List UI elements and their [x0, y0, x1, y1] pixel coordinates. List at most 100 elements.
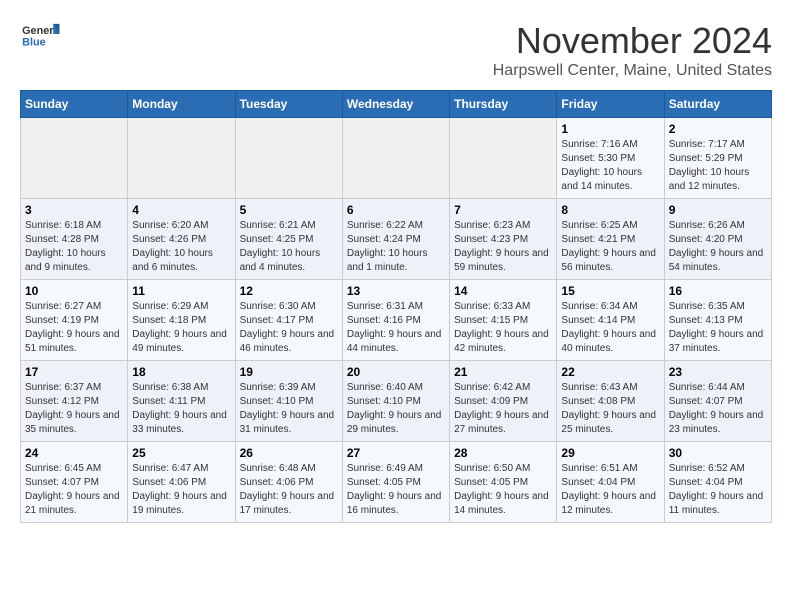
day-header-sunday: Sunday [21, 91, 128, 118]
calendar-cell: 27 Sunrise: 6:49 AM Sunset: 4:05 PM Dayli… [342, 442, 449, 523]
day-info: Sunrise: 6:27 AM Sunset: 4:19 PM Dayligh… [25, 300, 123, 356]
calendar-cell: 21Sunrise: 6:42 AM Sunset: 4:09 PM Dayli… [450, 361, 557, 442]
day-info: Sunrise: 6:31 AM Sunset: 4:16 PM Dayligh… [347, 300, 445, 356]
day-number: 12 [240, 284, 338, 298]
day-info: Sunrise: 6:45 AM Sunset: 4:07 PM Dayligh… [25, 462, 123, 518]
day-number: 7 [454, 203, 552, 217]
location-subtitle: Harpswell Center, Maine, United States [493, 62, 772, 80]
day-number: 14 [454, 284, 552, 298]
day-info: Sunrise: 6:29 AM Sunset: 4:18 PM Dayligh… [132, 300, 230, 356]
day-info: Sunrise: 6:37 AM Sunset: 4:12 PM Dayligh… [25, 381, 123, 437]
calendar-cell: 22 Sunrise: 6:43 AM Sunset: 4:08 PM Dayli… [557, 361, 664, 442]
calendar-cell: 11 Sunrise: 6:29 AM Sunset: 4:18 PM Dayli… [128, 280, 235, 361]
day-number: 28 [454, 446, 552, 460]
calendar-cell [450, 118, 557, 199]
day-number: 27 [347, 446, 445, 460]
day-info: Sunrise: 6:30 AM Sunset: 4:17 PM Dayligh… [240, 300, 338, 356]
calendar-cell: 1 Sunrise: 7:16 AM Sunset: 5:30 PM Daylig… [557, 118, 664, 199]
calendar-cell: 7 Sunrise: 6:23 AM Sunset: 4:23 PM Daylig… [450, 199, 557, 280]
day-info: Sunrise: 6:49 AM Sunset: 4:05 PM Dayligh… [347, 462, 445, 518]
calendar-cell: 4Sunrise: 6:20 AM Sunset: 4:26 PM Daylig… [128, 199, 235, 280]
calendar-cell: 26 Sunrise: 6:48 AM Sunset: 4:06 PM Dayli… [235, 442, 342, 523]
calendar-cell: 16Sunrise: 6:35 AM Sunset: 4:13 PM Dayli… [664, 280, 771, 361]
calendar-cell: 17Sunrise: 6:37 AM Sunset: 4:12 PM Dayli… [21, 361, 128, 442]
calendar-cell: 10 Sunrise: 6:27 AM Sunset: 4:19 PM Dayli… [21, 280, 128, 361]
calendar-cell [342, 118, 449, 199]
day-number: 20 [347, 365, 445, 379]
day-number: 8 [561, 203, 659, 217]
day-info: Sunrise: 6:44 AM Sunset: 4:07 PM Dayligh… [669, 381, 767, 437]
calendar-cell: 19 Sunrise: 6:39 AM Sunset: 4:10 PM Dayli… [235, 361, 342, 442]
day-info: Sunrise: 6:48 AM Sunset: 4:06 PM Dayligh… [240, 462, 338, 518]
day-info: Sunrise: 6:18 AM Sunset: 4:28 PM Dayligh… [25, 219, 123, 275]
day-info: Sunrise: 6:47 AM Sunset: 4:06 PM Dayligh… [132, 462, 230, 518]
day-number: 26 [240, 446, 338, 460]
day-number: 15 [561, 284, 659, 298]
day-header-friday: Friday [557, 91, 664, 118]
calendar-cell: 20 Sunrise: 6:40 AM Sunset: 4:10 PM Dayli… [342, 361, 449, 442]
day-number: 1 [561, 122, 659, 136]
day-number: 22 [561, 365, 659, 379]
logo: General Blue [20, 20, 60, 55]
calendar-cell: 13 Sunrise: 6:31 AM Sunset: 4:16 PM Dayli… [342, 280, 449, 361]
calendar-cell: 23 Sunrise: 6:44 AM Sunset: 4:07 PM Dayli… [664, 361, 771, 442]
calendar-cell [235, 118, 342, 199]
day-number: 24 [25, 446, 123, 460]
logo-icon: General Blue [20, 20, 60, 55]
calendar-cell [21, 118, 128, 199]
day-number: 19 [240, 365, 338, 379]
day-header-monday: Monday [128, 91, 235, 118]
day-info: Sunrise: 6:52 AM Sunset: 4:04 PM Dayligh… [669, 462, 767, 518]
day-info: Sunrise: 7:16 AM Sunset: 5:30 PM Dayligh… [561, 138, 659, 194]
day-info: Sunrise: 6:50 AM Sunset: 4:05 PM Dayligh… [454, 462, 552, 518]
calendar-week-row: 10 Sunrise: 6:27 AM Sunset: 4:19 PM Dayli… [21, 280, 772, 361]
month-title: November 2024 [493, 20, 772, 62]
day-info: Sunrise: 6:22 AM Sunset: 4:24 PM Dayligh… [347, 219, 445, 275]
day-number: 10 [25, 284, 123, 298]
calendar-cell: 14Sunrise: 6:33 AM Sunset: 4:15 PM Dayli… [450, 280, 557, 361]
calendar-cell: 28 Sunrise: 6:50 AM Sunset: 4:05 PM Dayli… [450, 442, 557, 523]
day-number: 29 [561, 446, 659, 460]
day-number: 23 [669, 365, 767, 379]
day-info: Sunrise: 6:23 AM Sunset: 4:23 PM Dayligh… [454, 219, 552, 275]
day-info: Sunrise: 6:38 AM Sunset: 4:11 PM Dayligh… [132, 381, 230, 437]
calendar-cell: 12 Sunrise: 6:30 AM Sunset: 4:17 PM Dayli… [235, 280, 342, 361]
calendar-cell: 6Sunrise: 6:22 AM Sunset: 4:24 PM Daylig… [342, 199, 449, 280]
day-number: 9 [669, 203, 767, 217]
day-header-tuesday: Tuesday [235, 91, 342, 118]
day-number: 11 [132, 284, 230, 298]
day-header-thursday: Thursday [450, 91, 557, 118]
day-info: Sunrise: 6:21 AM Sunset: 4:25 PM Dayligh… [240, 219, 338, 275]
calendar-cell: 3 Sunrise: 6:18 AM Sunset: 4:28 PM Daylig… [21, 199, 128, 280]
day-info: Sunrise: 6:26 AM Sunset: 4:20 PM Dayligh… [669, 219, 767, 275]
calendar-week-row: 1 Sunrise: 7:16 AM Sunset: 5:30 PM Daylig… [21, 118, 772, 199]
day-number: 3 [25, 203, 123, 217]
calendar-cell: 25 Sunrise: 6:47 AM Sunset: 4:06 PM Dayli… [128, 442, 235, 523]
calendar-header-row: SundayMondayTuesdayWednesdayThursdayFrid… [21, 91, 772, 118]
calendar-cell: 2 Sunrise: 7:17 AM Sunset: 5:29 PM Daylig… [664, 118, 771, 199]
day-info: Sunrise: 6:39 AM Sunset: 4:10 PM Dayligh… [240, 381, 338, 437]
title-area: November 2024 Harpswell Center, Maine, U… [493, 20, 772, 80]
calendar-cell: 24 Sunrise: 6:45 AM Sunset: 4:07 PM Dayli… [21, 442, 128, 523]
calendar-cell: 29Sunrise: 6:51 AM Sunset: 4:04 PM Dayli… [557, 442, 664, 523]
day-info: Sunrise: 6:43 AM Sunset: 4:08 PM Dayligh… [561, 381, 659, 437]
day-number: 21 [454, 365, 552, 379]
calendar-cell: 18Sunrise: 6:38 AM Sunset: 4:11 PM Dayli… [128, 361, 235, 442]
day-info: Sunrise: 7:17 AM Sunset: 5:29 PM Dayligh… [669, 138, 767, 194]
calendar-week-row: 24 Sunrise: 6:45 AM Sunset: 4:07 PM Dayli… [21, 442, 772, 523]
header: General Blue November 2024 Harpswell Cen… [20, 20, 772, 80]
day-header-saturday: Saturday [664, 91, 771, 118]
calendar-table: SundayMondayTuesdayWednesdayThursdayFrid… [20, 90, 772, 523]
calendar-cell: 5 Sunrise: 6:21 AM Sunset: 4:25 PM Daylig… [235, 199, 342, 280]
calendar-cell: 15 Sunrise: 6:34 AM Sunset: 4:14 PM Dayli… [557, 280, 664, 361]
calendar-cell: 30Sunrise: 6:52 AM Sunset: 4:04 PM Dayli… [664, 442, 771, 523]
day-number: 16 [669, 284, 767, 298]
calendar-cell: 9 Sunrise: 6:26 AM Sunset: 4:20 PM Daylig… [664, 199, 771, 280]
day-number: 2 [669, 122, 767, 136]
day-info: Sunrise: 6:34 AM Sunset: 4:14 PM Dayligh… [561, 300, 659, 356]
day-info: Sunrise: 6:40 AM Sunset: 4:10 PM Dayligh… [347, 381, 445, 437]
day-number: 5 [240, 203, 338, 217]
day-info: Sunrise: 6:20 AM Sunset: 4:26 PM Dayligh… [132, 219, 230, 275]
day-number: 13 [347, 284, 445, 298]
day-number: 25 [132, 446, 230, 460]
